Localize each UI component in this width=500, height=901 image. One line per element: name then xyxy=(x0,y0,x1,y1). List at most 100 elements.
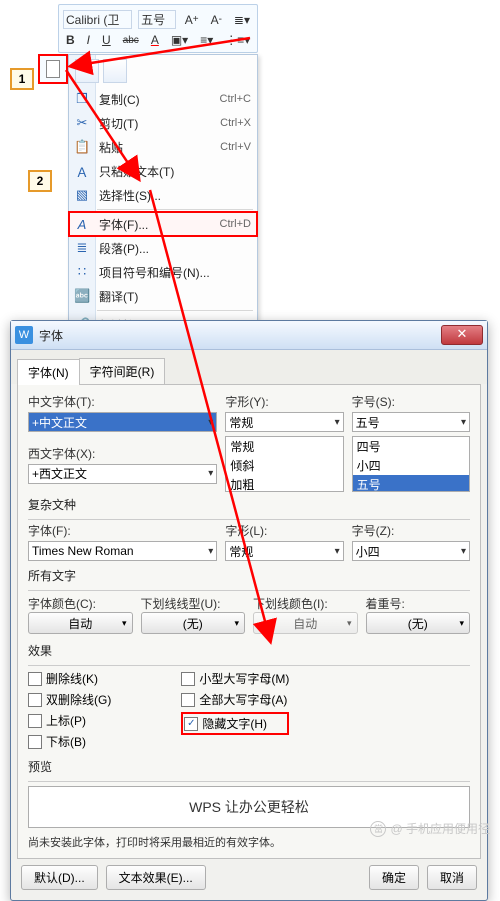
menu-paragraph[interactable]: ≣ 段落(P)... xyxy=(69,236,257,260)
effect-double-strike[interactable]: 双删除线(G) xyxy=(28,691,111,708)
group-preview: 预览 xyxy=(28,758,470,775)
menu-font-label: 字体(F)... xyxy=(99,216,220,233)
list-item[interactable]: 小四 xyxy=(353,456,469,475)
context-menu: ❐ 复制(C) Ctrl+C ✂ 剪切(T) Ctrl+X 📋 粘贴 Ctrl+… xyxy=(68,54,258,338)
menu-copy[interactable]: ❐ 复制(C) Ctrl+C xyxy=(69,87,257,111)
menu-cut[interactable]: ✂ 剪切(T) Ctrl+X xyxy=(69,111,257,135)
line-spacing-icon[interactable]: ≣▾ xyxy=(231,13,253,27)
highlight-button[interactable]: ▣▾ xyxy=(168,33,191,47)
menu-paste[interactable]: 📋 粘贴 Ctrl+V xyxy=(69,135,257,159)
underline-button[interactable]: U xyxy=(99,33,114,47)
complex-size-combo[interactable]: 小四 xyxy=(352,541,470,561)
font-style-list[interactable]: 常规 倾斜 加粗 xyxy=(225,436,343,492)
cancel-button[interactable]: 取消 xyxy=(427,865,477,890)
bold-button[interactable]: B xyxy=(63,33,78,47)
italic-button[interactable]: I xyxy=(84,33,93,47)
menu-paste-shortcut: Ctrl+V xyxy=(220,141,251,153)
label-underline-color: 下划线颜色(I): xyxy=(253,595,358,612)
list-item[interactable]: 加粗 xyxy=(226,475,342,492)
menu-copy-label: 复制(C) xyxy=(99,91,220,108)
label-font-size: 字号(S): xyxy=(352,393,470,410)
bullets-icon: ∷ xyxy=(74,264,90,280)
shrink-font-icon[interactable]: A- xyxy=(208,13,225,27)
menu-cut-label: 剪切(T) xyxy=(99,115,220,132)
group-complex: 复杂文种 xyxy=(28,496,470,513)
effect-subscript[interactable]: 下标(B) xyxy=(28,733,111,750)
ok-button[interactable]: 确定 xyxy=(369,865,419,890)
tab-spacing[interactable]: 字符间距(R) xyxy=(79,358,166,384)
text-icon: Ａ xyxy=(74,162,90,181)
label-complex-size: 字号(Z): xyxy=(352,522,470,539)
font-color-select[interactable]: 自动 xyxy=(28,612,133,634)
dialog-titlebar: W 字体 ✕ xyxy=(11,321,487,350)
menu-translate-label: 翻译(T) xyxy=(99,288,251,305)
menu-paste-special[interactable]: ▧ 选择性(S)... xyxy=(69,183,257,207)
effect-all-caps[interactable]: 全部大写字母(A) xyxy=(181,691,289,708)
strike-button[interactable]: abc xyxy=(120,35,142,46)
paste-special-icon: ▧ xyxy=(74,187,90,203)
chinese-font-combo[interactable]: +中文正文 xyxy=(28,412,217,432)
label-font-style: 字形(Y): xyxy=(225,393,343,410)
align-button[interactable]: ≡▾ xyxy=(197,33,216,47)
close-button[interactable]: ✕ xyxy=(441,325,483,345)
menu-cut-shortcut: Ctrl+X xyxy=(220,117,251,129)
menu-paste-text-label: 只粘贴文本(T) xyxy=(99,163,251,180)
effect-strikethrough[interactable]: 删除线(K) xyxy=(28,670,111,687)
menu-paragraph-label: 段落(P)... xyxy=(99,240,251,257)
scissors-icon: ✂ xyxy=(74,115,90,131)
font-size-list[interactable]: 四号 小四 五号 xyxy=(352,436,470,492)
grow-font-icon[interactable]: A+ xyxy=(182,13,202,27)
label-chinese-font: 中文字体(T): xyxy=(28,393,217,410)
menu-font[interactable]: A 字体(F)... Ctrl+D xyxy=(69,212,257,236)
font-name-combo[interactable]: Calibri (卫 xyxy=(63,10,132,29)
clipboard-dropdown-button[interactable] xyxy=(38,54,68,84)
font-size-combo[interactable]: 五号 xyxy=(138,10,176,29)
menu-paste-text-only[interactable]: Ａ 只粘贴文本(T) xyxy=(69,159,257,183)
list-item[interactable]: 倾斜 xyxy=(226,456,342,475)
font-dialog: W 字体 ✕ 字体(N) 字符间距(R) 中文字体(T): +中文正文 字形(Y… xyxy=(10,320,488,901)
menu-font-shortcut: Ctrl+D xyxy=(220,218,251,230)
app-icon: W xyxy=(15,326,33,344)
underline-color-select: 自动 xyxy=(253,612,358,634)
step-1-badge: 1 xyxy=(10,68,34,90)
label-complex-font: 字体(F): xyxy=(28,522,217,539)
bullets-button[interactable]: ⋮≡▾ xyxy=(222,33,253,47)
menu-paste-label: 粘贴 xyxy=(99,139,220,156)
list-item[interactable]: 常规 xyxy=(226,437,342,456)
label-emphasis: 着重号: xyxy=(366,595,471,612)
menu-bullets[interactable]: ∷ 项目符号和编号(N)... xyxy=(69,260,257,284)
watermark: 當 @ 手机应用便用径 xyxy=(370,820,490,837)
tab-font[interactable]: 字体(N) xyxy=(17,359,80,385)
label-western-font: 西文字体(X): xyxy=(28,445,217,462)
dialog-title: 字体 xyxy=(39,327,441,344)
menu-copy-shortcut: Ctrl+C xyxy=(220,93,251,105)
menu-translate[interactable]: 🔤 翻译(T) xyxy=(69,284,257,308)
underline-style-select[interactable]: (无) xyxy=(141,612,246,634)
paragraph-icon: ≣ xyxy=(74,240,90,256)
font-style-combo[interactable]: 常规 xyxy=(225,412,343,432)
paste-option-2[interactable] xyxy=(103,59,127,83)
list-item[interactable]: 五号 xyxy=(353,475,469,492)
watermark-icon: 當 xyxy=(370,821,386,837)
translate-icon: 🔤 xyxy=(74,288,90,304)
text-effects-button[interactable]: 文本效果(E)... xyxy=(106,865,206,890)
effect-hidden-text[interactable]: ✓隐藏文字(H) xyxy=(181,712,289,735)
emphasis-select[interactable]: (无) xyxy=(366,612,471,634)
paste-option-1[interactable] xyxy=(75,59,99,83)
effect-small-caps[interactable]: 小型大写字母(M) xyxy=(181,670,289,687)
label-font-color: 字体颜色(C): xyxy=(28,595,133,612)
clipboard-icon: 📋 xyxy=(74,139,90,155)
font-icon: A xyxy=(74,217,90,232)
font-color-button[interactable]: A xyxy=(148,33,162,47)
effect-superscript[interactable]: 上标(P) xyxy=(28,712,111,729)
font-size-combo-dlg[interactable]: 五号 xyxy=(352,412,470,432)
list-item[interactable]: 四号 xyxy=(353,437,469,456)
western-font-combo[interactable]: +西文正文 xyxy=(28,464,217,484)
complex-font-combo[interactable]: Times New Roman xyxy=(28,541,217,561)
group-all-text: 所有文字 xyxy=(28,567,470,584)
menu-pastespecial-label: 选择性(S)... xyxy=(99,187,251,204)
default-button[interactable]: 默认(D)... xyxy=(21,865,98,890)
complex-style-combo[interactable]: 常规 xyxy=(225,541,343,561)
menu-bullets-label: 项目符号和编号(N)... xyxy=(99,264,251,281)
group-effects: 效果 xyxy=(28,642,470,659)
